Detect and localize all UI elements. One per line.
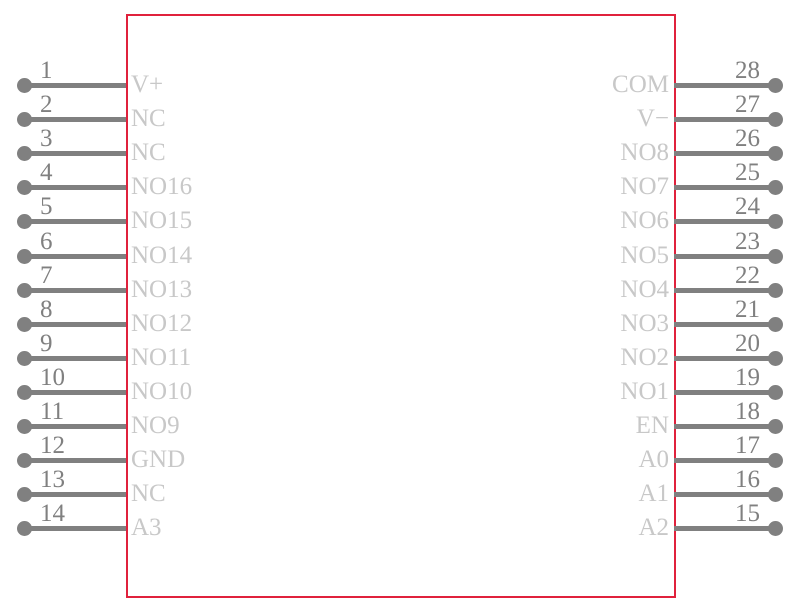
pin-name-label-12: GND <box>131 446 186 474</box>
pin-name-label-8: NO12 <box>131 309 193 337</box>
pin-number-label-6: 6 <box>40 227 53 255</box>
pin-number-label-17: 17 <box>735 432 760 460</box>
pin-number-label-4: 4 <box>40 159 53 187</box>
pin-number-label-24: 24 <box>735 193 760 221</box>
pin-number-label-7: 7 <box>40 261 53 289</box>
pin-number-label-21: 21 <box>735 295 760 323</box>
pin-name-label-18: EN <box>635 412 669 439</box>
pin-wire-27[interactable] <box>674 117 776 123</box>
pin-name-label-19: NO1 <box>620 377 669 405</box>
pin-number-label-3: 3 <box>40 125 53 153</box>
pin-number-label-27: 27 <box>735 91 760 119</box>
pin-name-label-25: NO7 <box>620 173 669 201</box>
pin-wire-19[interactable] <box>674 389 776 395</box>
pin-wire-14[interactable] <box>24 526 126 532</box>
pin-name-label-16: A1 <box>638 480 669 508</box>
pin-number-label-8: 8 <box>40 295 53 323</box>
pin-number-label-26: 26 <box>735 125 760 153</box>
pin-number-label-16: 16 <box>735 466 760 494</box>
pin-wire-17[interactable] <box>674 458 776 464</box>
pin-name-label-3: NC <box>131 139 166 167</box>
pin-number-label-5: 5 <box>40 193 53 221</box>
pin-number-label-22: 22 <box>735 261 760 289</box>
schematic-symbol-canvas: 1 V+ 2 NC 3 NC 4 NO16 5 NO15 6 NO14 7 NO13 8 NO12 9 NO11 1… <box>0 0 800 613</box>
pin-name-label-23: NO5 <box>620 241 669 269</box>
pin-name-label-17: A0 <box>638 446 669 474</box>
pin-number-label-15: 15 <box>735 500 760 528</box>
component-body-outline[interactable] <box>126 14 676 598</box>
pin-name-label-27: V− <box>636 105 669 133</box>
pin-number-label-20: 20 <box>735 329 760 357</box>
pin-name-label-6: NO14 <box>131 241 193 269</box>
pin-number-label-25: 25 <box>735 159 760 187</box>
pin-name-label-28: COM <box>612 71 669 98</box>
pin-wire-24[interactable] <box>674 219 776 225</box>
pin-wire-25[interactable] <box>674 185 776 191</box>
pin-number-label-14: 14 <box>40 500 65 528</box>
pin-wire-28[interactable] <box>674 83 776 88</box>
pin-number-label-28: 28 <box>735 57 760 84</box>
pin-wire-21[interactable] <box>674 321 776 327</box>
pin-name-label-7: NO13 <box>131 275 193 303</box>
pin-number-label-19: 19 <box>735 363 760 391</box>
pin-number-label-1: 1 <box>40 57 53 84</box>
pin-number-label-11: 11 <box>40 398 65 425</box>
pin-name-label-13: NC <box>131 480 166 508</box>
pin-wire-16[interactable] <box>674 492 776 498</box>
pin-name-label-21: NO3 <box>620 309 669 337</box>
pin-number-label-10: 10 <box>40 363 65 391</box>
pin-number-label-23: 23 <box>735 227 760 255</box>
pin-name-label-20: NO2 <box>620 343 669 371</box>
pin-name-label-11: NO9 <box>131 412 180 439</box>
pin-number-label-2: 2 <box>40 91 53 119</box>
pin-wire-15[interactable] <box>674 526 776 532</box>
pin-name-label-2: NC <box>131 105 166 133</box>
pin-number-label-18: 18 <box>735 398 760 425</box>
pin-wire-23[interactable] <box>674 253 776 259</box>
pin-name-label-4: NO16 <box>131 173 193 201</box>
pin-name-label-9: NO11 <box>131 343 192 371</box>
pin-name-label-26: NO8 <box>620 139 669 167</box>
pin-name-label-14: A3 <box>131 514 162 542</box>
pin-number-label-9: 9 <box>40 329 53 357</box>
pin-name-label-24: NO6 <box>620 207 669 235</box>
pin-name-label-15: A2 <box>638 514 669 542</box>
pin-wire-5[interactable] <box>24 219 126 225</box>
pin-name-label-1: V+ <box>131 71 164 98</box>
pin-name-label-10: NO10 <box>131 377 193 405</box>
pin-wire-4[interactable] <box>24 185 126 191</box>
pin-number-label-13: 13 <box>40 466 65 494</box>
pin-wire-26[interactable] <box>674 151 776 157</box>
pin-number-label-12: 12 <box>40 432 65 460</box>
pin-name-label-5: NO15 <box>131 207 193 235</box>
pin-wire-20[interactable] <box>674 355 776 361</box>
pin-wire-22[interactable] <box>674 287 776 293</box>
pin-wire-18[interactable] <box>674 424 776 429</box>
pin-name-label-22: NO4 <box>620 275 669 303</box>
